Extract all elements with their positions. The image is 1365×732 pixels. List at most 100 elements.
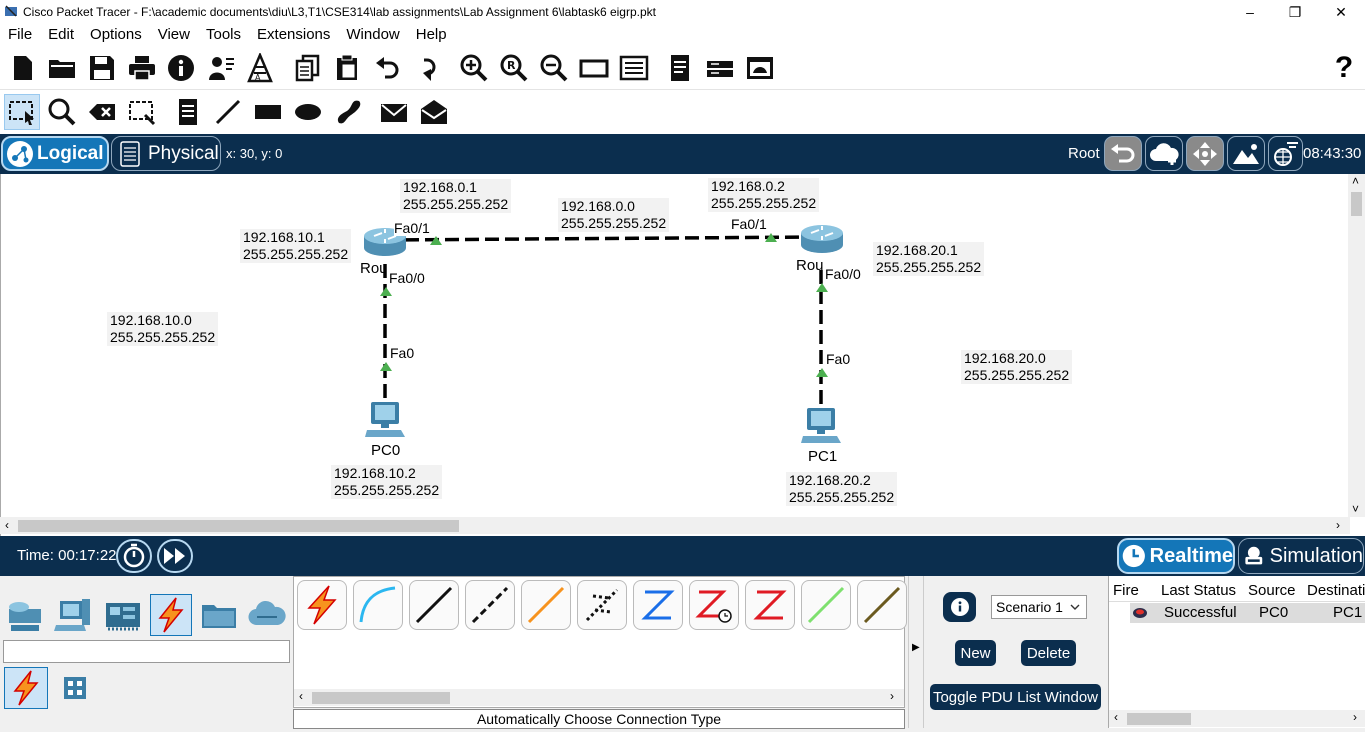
scenario-select[interactable]: Scenario 1 [991, 595, 1087, 619]
realtime-mode-button[interactable]: Realtime [1117, 538, 1235, 574]
power-cycle-button[interactable] [116, 539, 152, 573]
menu-window[interactable]: Window [338, 24, 407, 46]
freeform-icon[interactable] [332, 96, 364, 128]
back-button[interactable] [1104, 136, 1142, 171]
ip-note[interactable]: 192.168.10.0 255.255.255.252 [107, 312, 219, 346]
network-info-icon[interactable]: A [244, 52, 276, 84]
open-folder-icon[interactable] [46, 52, 78, 84]
auto-connection-button[interactable] [297, 580, 347, 630]
ip-note[interactable]: 192.168.20.2 255.255.255.252 [786, 472, 898, 506]
workspace-vertical-scrollbar[interactable]: ˄ ˅ [1348, 174, 1365, 517]
minimize-button[interactable]: – [1227, 0, 1273, 24]
save-icon[interactable] [86, 52, 118, 84]
redo-icon[interactable] [411, 52, 443, 84]
paste-icon[interactable] [331, 52, 363, 84]
workspace-horizontal-scrollbar[interactable]: ‹ › [0, 517, 1350, 534]
add-simple-pdu-icon[interactable] [378, 96, 410, 128]
menu-options[interactable]: Options [82, 24, 150, 46]
resize-shape-icon[interactable] [126, 96, 158, 128]
menu-tools[interactable]: Tools [198, 24, 249, 46]
octal-cable-button[interactable] [801, 580, 851, 630]
panel-splitter[interactable]: ▶ [908, 576, 924, 728]
scroll-left-icon[interactable]: ‹ [299, 689, 303, 703]
set-background-button[interactable] [1227, 136, 1265, 171]
drawing-palette-icon[interactable] [578, 52, 610, 84]
ip-note[interactable]: 192.168.0.1 255.255.255.252 [400, 179, 512, 213]
scenario-info-button[interactable] [943, 592, 976, 622]
console-cable-button[interactable] [353, 580, 403, 630]
column-header-last-status[interactable]: Last Status [1161, 582, 1236, 599]
scroll-thumb[interactable] [1127, 713, 1191, 725]
multiuser-category[interactable] [246, 594, 288, 636]
scroll-right-icon[interactable]: › [1353, 710, 1357, 724]
column-header-fire[interactable]: Fire [1113, 582, 1139, 599]
network-devices-category[interactable] [4, 594, 46, 636]
new-file-icon[interactable] [7, 52, 39, 84]
scroll-up-icon[interactable]: ˄ [1352, 174, 1359, 188]
straight-through-cable-button[interactable] [409, 580, 459, 630]
scroll-down-icon[interactable]: ˅ [1352, 502, 1359, 516]
custom-devices-icon[interactable] [618, 52, 650, 84]
phone-cable-button[interactable] [577, 580, 627, 630]
tab-logical[interactable]: Logical [1, 136, 109, 171]
zoom-reset-icon[interactable]: R [498, 52, 530, 84]
logical-workspace[interactable]: Rou Rou PC0 PC1 Fa0/1 Fa0/1 Fa0/0 Fa0/0 … [0, 174, 1365, 536]
delete-scenario-button[interactable]: Delete [1021, 640, 1076, 666]
column-header-destination[interactable]: Destinati [1307, 582, 1365, 599]
scroll-thumb[interactable] [18, 520, 459, 532]
scroll-thumb[interactable] [312, 692, 450, 704]
device-search-field[interactable] [3, 640, 290, 663]
coaxial-cable-button[interactable] [633, 580, 683, 630]
move-object-button[interactable] [1186, 136, 1224, 171]
scroll-right-icon[interactable]: › [1336, 518, 1340, 532]
draw-ellipse-icon[interactable] [292, 96, 324, 128]
inspect-icon[interactable] [46, 96, 78, 128]
structured-cabling-subcategory[interactable] [62, 675, 88, 701]
pc1-icon[interactable] [801, 406, 843, 446]
network-device-icon[interactable] [704, 52, 736, 84]
new-cluster-button[interactable] [1145, 136, 1183, 171]
menu-help[interactable]: Help [408, 24, 455, 46]
screenshot-icon[interactable] [744, 52, 776, 84]
print-icon[interactable] [126, 52, 158, 84]
scroll-left-icon[interactable]: ‹ [5, 518, 9, 532]
fiber-cable-button[interactable] [521, 580, 571, 630]
place-note-icon[interactable] [172, 96, 204, 128]
ip-note[interactable]: 192.168.10.2 255.255.255.252 [331, 465, 443, 499]
ip-note[interactable]: 192.168.0.0 255.255.255.252 [558, 198, 670, 232]
column-header-source[interactable]: Source [1248, 582, 1296, 599]
ip-note[interactable]: 192.168.10.1 255.255.255.252 [240, 229, 352, 263]
toggle-pdu-list-button[interactable]: Toggle PDU List Window [930, 684, 1101, 710]
ip-note[interactable]: 192.168.20.1 255.255.255.252 [873, 242, 985, 276]
iot-cable-button[interactable] [857, 580, 907, 630]
select-icon[interactable] [4, 94, 40, 130]
info-icon[interactable] [165, 52, 197, 84]
tab-physical[interactable]: Physical [111, 136, 221, 171]
report-icon[interactable] [664, 52, 696, 84]
new-scenario-button[interactable]: New [955, 640, 996, 666]
close-button[interactable]: ✕ [1318, 0, 1364, 24]
help-icon[interactable]: ? [1328, 51, 1360, 84]
pc0-icon[interactable] [365, 400, 407, 440]
simulation-mode-button[interactable]: Simulation [1238, 538, 1364, 574]
fast-forward-button[interactable] [157, 539, 193, 573]
scroll-right-icon[interactable]: › [890, 689, 894, 703]
connections-category[interactable] [150, 594, 192, 636]
draw-rectangle-icon[interactable] [252, 96, 284, 128]
serial-dce-button[interactable] [689, 580, 739, 630]
zoom-in-icon[interactable] [458, 52, 490, 84]
connections-scrollbar[interactable]: ‹ › [294, 689, 904, 706]
miscellaneous-category[interactable] [198, 594, 240, 636]
viewport-button[interactable] [1268, 136, 1303, 171]
draw-line-icon[interactable] [212, 96, 244, 128]
end-devices-category[interactable] [53, 594, 95, 636]
link-router0-router1[interactable] [384, 235, 820, 242]
components-category[interactable] [102, 594, 144, 636]
menu-view[interactable]: View [150, 24, 198, 46]
undo-icon[interactable] [372, 52, 404, 84]
copy-icon[interactable] [292, 52, 324, 84]
delete-icon[interactable] [86, 96, 118, 128]
menu-file[interactable]: File [0, 24, 40, 46]
menu-extensions[interactable]: Extensions [249, 24, 338, 46]
connections-subcategory[interactable] [4, 667, 48, 709]
